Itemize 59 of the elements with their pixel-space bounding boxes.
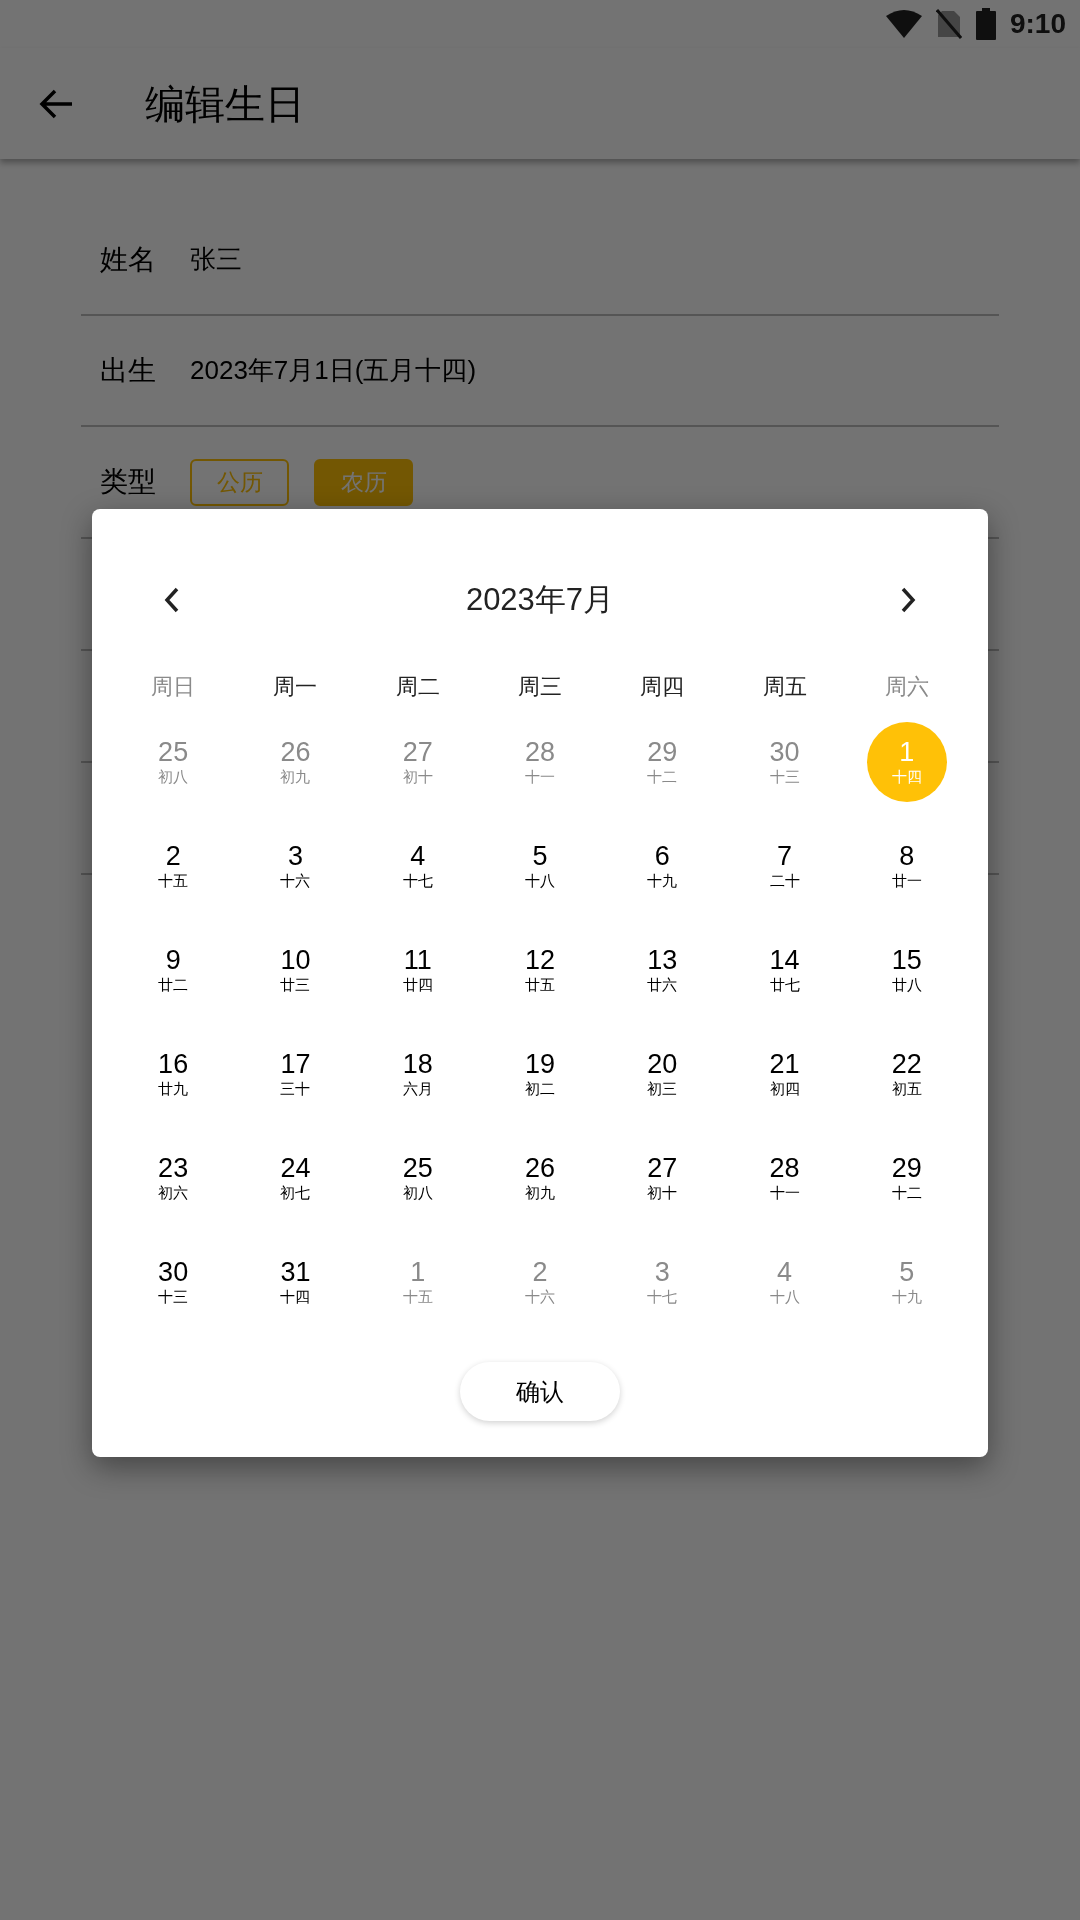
- calendar-day[interactable]: 9 廿二: [133, 930, 214, 1010]
- calendar-day[interactable]: 15 廿八: [866, 930, 947, 1010]
- calendar-day[interactable]: 6 十九: [622, 826, 703, 906]
- chevron-right-icon: [900, 587, 916, 613]
- calendar-day[interactable]: 28 十一: [744, 1138, 825, 1218]
- calendar-day[interactable]: 29 十二: [866, 1138, 947, 1218]
- confirm-button[interactable]: 确认: [460, 1362, 620, 1421]
- chevron-left-icon: [164, 587, 180, 613]
- field-label: 类型: [100, 465, 157, 499]
- calendar-day[interactable]: 23 初六: [133, 1138, 214, 1218]
- calendar-day[interactable]: 31 十四: [255, 1242, 336, 1322]
- battery-icon: [975, 8, 996, 40]
- calendar-day[interactable]: 5 十八: [500, 826, 580, 906]
- calendar-day[interactable]: 16 廿九: [133, 1034, 214, 1114]
- calendar-day[interactable]: 24 初七: [255, 1138, 336, 1218]
- month-title: 2023年7月: [465, 580, 615, 619]
- weekday-label: 周三: [517, 672, 563, 701]
- calendar-day[interactable]: 4 十八: [744, 1242, 825, 1322]
- calendar-day[interactable]: 26 初九: [500, 1138, 580, 1218]
- calendar-day[interactable]: 7 二十: [744, 826, 825, 906]
- weekday-label: 周五: [761, 672, 808, 701]
- calendar-day[interactable]: 2 十六: [500, 1242, 580, 1322]
- calendar-day[interactable]: 14 廿七: [744, 930, 825, 1010]
- calendar-day[interactable]: 3 十六: [255, 826, 336, 906]
- calendar-day[interactable]: 30 十三: [133, 1242, 214, 1322]
- field-value: 2023年7月1日(五月十四): [190, 354, 477, 387]
- calendar-day[interactable]: 8 廿一: [866, 826, 947, 906]
- back-arrow-icon: [39, 88, 73, 119]
- calendar-day[interactable]: 10 廿三: [255, 930, 336, 1010]
- calendar-day[interactable]: 19 初二: [500, 1034, 580, 1114]
- no-sim-icon: [935, 9, 962, 39]
- calendar-day[interactable]: 28 十一: [500, 722, 580, 802]
- weekday-label: 周日: [150, 672, 197, 701]
- calendar-day[interactable]: 25 初八: [133, 722, 214, 802]
- calendar-day[interactable]: 5 十九: [866, 1242, 947, 1322]
- status-time: 9:10: [1009, 7, 1066, 41]
- weekday-label: 周四: [639, 672, 686, 701]
- calendar-day[interactable]: 25 初八: [377, 1138, 458, 1218]
- calendar-day[interactable]: 21 初四: [744, 1034, 825, 1114]
- calendar-day[interactable]: 26 初九: [255, 722, 336, 802]
- calendar-day[interactable]: 2 十五: [133, 826, 214, 906]
- calendar-day[interactable]: 17 三十: [255, 1034, 336, 1114]
- calendar-day[interactable]: 27 初十: [622, 1138, 703, 1218]
- weekday-label: 周一: [272, 672, 319, 701]
- calendar-day[interactable]: 13 廿六: [622, 930, 703, 1010]
- field-label: 姓名: [100, 242, 157, 277]
- wifi-icon: [885, 10, 922, 38]
- field-value: 张三: [190, 243, 242, 276]
- calendar-day[interactable]: 4 十七: [377, 826, 458, 906]
- field-label: 出生: [100, 353, 157, 388]
- calendar-day[interactable]: 18 六月: [377, 1034, 458, 1114]
- weekday-label: 周二: [394, 672, 441, 701]
- calendar-day[interactable]: 27 初十: [377, 722, 458, 802]
- calendar-day[interactable]: 11 廿四: [377, 930, 458, 1010]
- calendar-day[interactable]: 20 初三: [622, 1034, 703, 1114]
- page-title: 编辑生日: [145, 80, 305, 128]
- weekday-label: 周六: [883, 672, 930, 701]
- calendar-day[interactable]: 22 初五: [866, 1034, 947, 1114]
- calendar-day[interactable]: 12 廿五: [500, 930, 580, 1010]
